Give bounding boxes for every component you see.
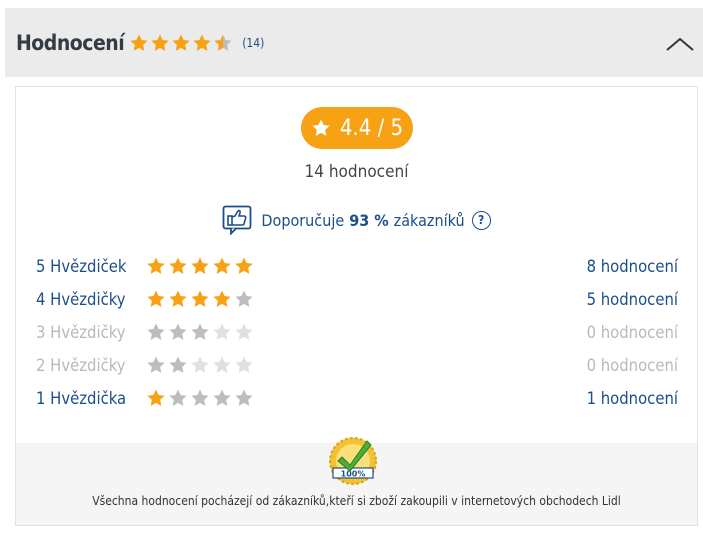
average-rating: 4.4 / 5	[339, 115, 404, 141]
star-icon	[213, 257, 231, 274]
star-icon	[147, 323, 165, 340]
rating-row-stars	[146, 256, 254, 276]
star-icon	[169, 290, 187, 307]
star-icon	[147, 356, 165, 373]
star-icon	[191, 323, 209, 340]
star-icon	[191, 257, 209, 274]
average-rating-badge: 4.4 / 5	[301, 107, 413, 149]
rating-row-stars	[146, 289, 254, 309]
reviews-header[interactable]: Hodnocení (14)	[5, 8, 703, 77]
recommend-percent: 93 %	[349, 210, 389, 230]
rating-row-label: 1 Hvězdička	[36, 388, 127, 408]
rating-row-label: 4 Hvězdičky	[36, 289, 126, 309]
rating-row[interactable]: 1 Hvězdička 1 hodnocení	[36, 384, 678, 412]
reviews-panel: 4.4 / 5 14 hodnocení Doporučuje 93 % zák…	[15, 86, 698, 526]
star-icon	[169, 323, 187, 340]
rating-row-label: 3 Hvězdičky	[36, 322, 126, 342]
recommendation: Doporučuje 93 % zákazníků ?	[16, 205, 697, 235]
recommend-prefix: Doporučuje	[261, 210, 345, 230]
star-icon	[191, 290, 209, 307]
total-reviews: 14 hodnocení	[304, 162, 409, 182]
rating-row-label: 5 Hvězdiček	[36, 256, 127, 276]
rating-row-count: 1 hodnocení	[586, 388, 678, 408]
rating-row-count: 8 hodnocení	[586, 256, 678, 276]
chevron-up-icon[interactable]	[665, 36, 695, 52]
empty-star-icon	[191, 389, 209, 406]
star-icon	[147, 389, 165, 406]
star-icon	[213, 290, 231, 307]
empty-star-icon	[169, 389, 187, 406]
star-icon	[172, 34, 190, 51]
rating-row-stars	[146, 388, 254, 408]
empty-star-icon	[213, 356, 231, 373]
empty-star-icon	[235, 389, 253, 406]
empty-star-icon	[235, 323, 253, 340]
section-title: Hodnocení	[16, 30, 125, 55]
help-icon[interactable]: ?	[471, 210, 491, 230]
recommend-suffix: zákazníků	[393, 210, 465, 230]
star-icon	[235, 257, 253, 274]
thumbs-up-icon	[223, 205, 252, 235]
rating-row-count: 0 hodnocení	[586, 355, 678, 375]
star-icon	[312, 119, 330, 136]
star-icon	[169, 257, 187, 274]
star-icon	[147, 290, 165, 307]
rating-row: 3 Hvězdičky 0 hodnocení	[36, 318, 678, 346]
rating-row[interactable]: 4 Hvězdičky 5 hodnocení	[36, 285, 678, 313]
verified-100-badge-icon: 100%	[329, 437, 377, 485]
empty-star-icon	[235, 290, 253, 307]
rating-row-count: 5 hodnocení	[586, 289, 678, 309]
rating-row-stars	[146, 355, 254, 375]
header-star-rating	[129, 33, 233, 53]
review-count: (14)	[242, 35, 265, 50]
star-icon	[130, 34, 148, 51]
empty-star-icon	[191, 356, 209, 373]
star-icon	[169, 356, 187, 373]
rating-row: 2 Hvězdičky 0 hodnocení	[36, 351, 678, 379]
half-star-icon	[214, 34, 232, 51]
empty-star-icon	[213, 323, 231, 340]
star-icon	[151, 34, 169, 51]
star-icon	[193, 34, 211, 51]
star-icon	[147, 257, 165, 274]
empty-star-icon	[235, 356, 253, 373]
rating-row-stars	[146, 322, 254, 342]
empty-star-icon	[213, 389, 231, 406]
rating-row[interactable]: 5 Hvězdiček 8 hodnocení	[36, 252, 678, 280]
rating-row-label: 2 Hvězdičky	[36, 355, 126, 375]
rating-row-count: 0 hodnocení	[586, 322, 678, 342]
disclaimer: Všechna hodnocení pocházejí od zákazníků…	[92, 494, 621, 508]
badge-text: 100%	[341, 470, 366, 479]
